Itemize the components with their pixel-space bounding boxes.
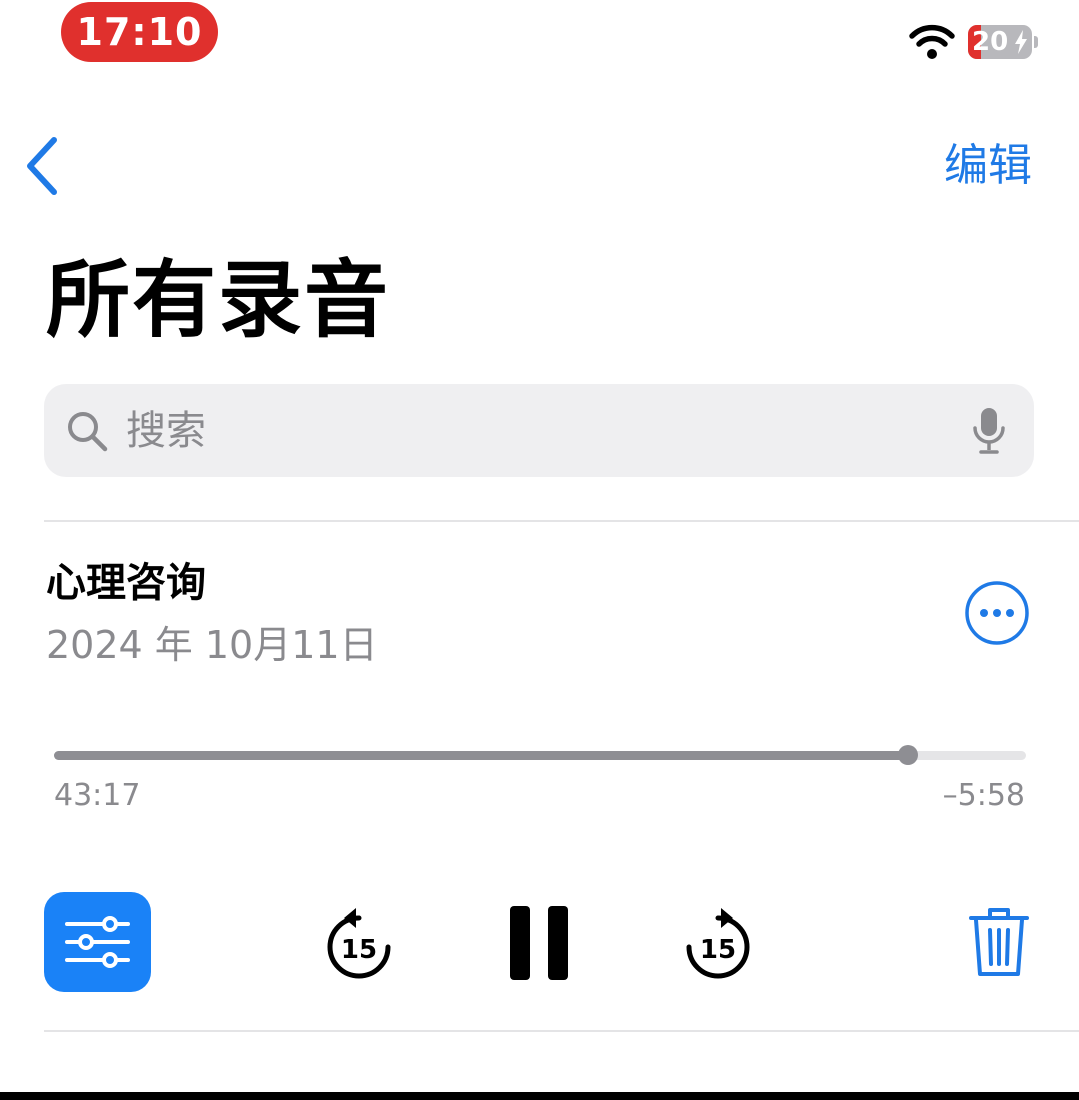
pause-icon[interactable]: [508, 904, 570, 982]
skip-forward-seconds: 15: [700, 935, 736, 965]
status-time: 17:10: [61, 2, 218, 62]
bottom-edge: [0, 1092, 1079, 1100]
microphone-icon[interactable]: [972, 406, 1006, 456]
battery-indicator: 20: [968, 25, 1032, 59]
search-input[interactable]: [126, 402, 946, 460]
playback-settings-button[interactable]: [44, 892, 151, 992]
scrubber-handle[interactable]: [898, 745, 919, 765]
wifi-icon: [909, 24, 955, 59]
skip-forward-15-icon[interactable]: 15: [685, 904, 751, 980]
playback-scrubber[interactable]: [54, 745, 1026, 765]
elapsed-time: 43:17: [54, 778, 141, 813]
chevron-left-icon[interactable]: [20, 134, 64, 198]
playback-progress: [54, 751, 909, 760]
charging-bolt-icon: [1015, 30, 1027, 54]
trash-icon[interactable]: [968, 906, 1030, 978]
magnifier-icon: [68, 412, 108, 452]
page-title: 所有录音: [46, 251, 391, 349]
list-divider-top: [44, 520, 1079, 522]
voice-memos-screen: 17:10 20 编辑 所有录音 心理咨询 2024 年 10月1: [0, 0, 1079, 1100]
battery-level: 20: [972, 27, 1009, 57]
recording-date: 2024 年 10月11日: [46, 623, 378, 667]
search-bar[interactable]: [44, 384, 1034, 477]
skip-back-seconds: 15: [341, 935, 377, 965]
skip-back-15-icon[interactable]: 15: [326, 904, 392, 980]
edit-button[interactable]: 编辑: [944, 136, 1032, 196]
sliders-icon: [65, 916, 130, 968]
remaining-time: –5:58: [942, 778, 1025, 813]
list-divider-bottom: [44, 1030, 1079, 1032]
recording-title[interactable]: 心理咨询: [46, 556, 206, 610]
ellipsis-circle-icon[interactable]: [964, 580, 1030, 646]
battery-tip: [1034, 36, 1038, 48]
